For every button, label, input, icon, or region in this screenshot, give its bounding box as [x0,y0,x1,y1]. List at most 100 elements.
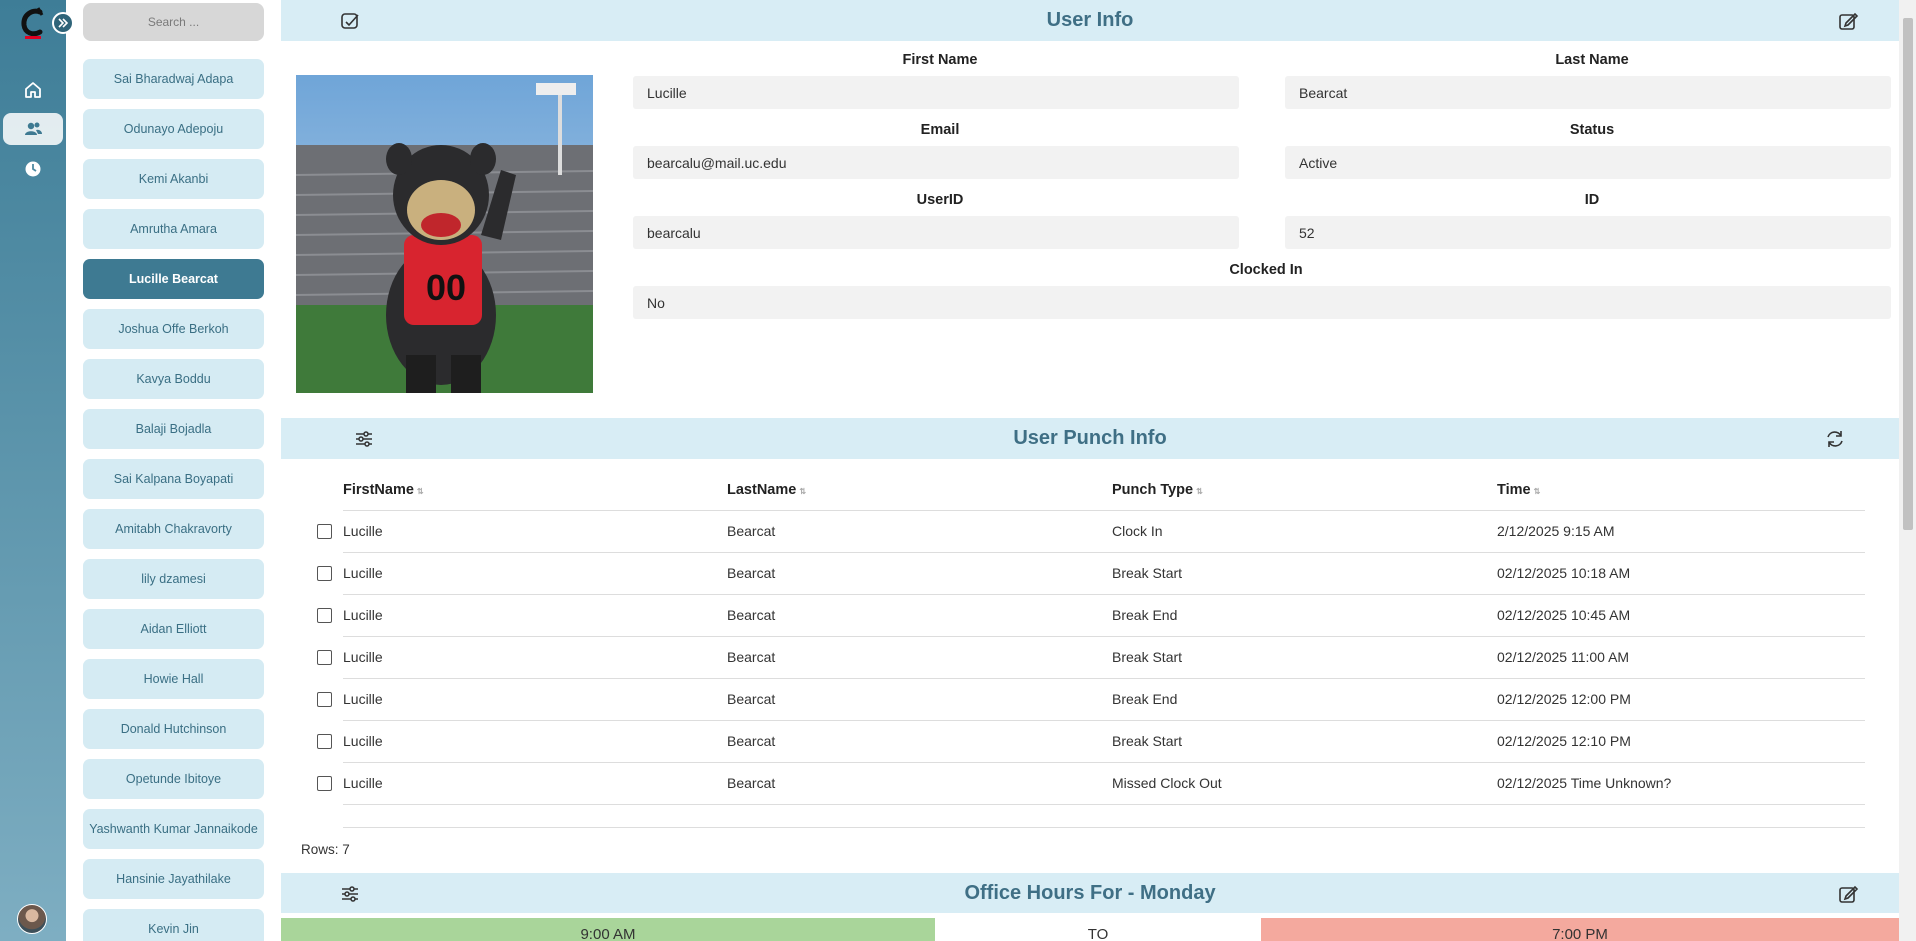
table-row[interactable]: Lucille Bearcat Break Start 02/12/2025 1… [301,552,1865,595]
list-item[interactable]: Donald Hutchinson [83,709,264,749]
select-column [301,470,343,510]
office-hours-end: 7:00 PM [1261,918,1899,941]
list-item[interactable]: Sai Kalpana Boyapati [83,459,264,499]
list-item[interactable]: Kevin Jin [83,909,264,941]
user-list-panel: Sai Bharadwaj Adapa Odunayo Adepoju Kemi… [66,0,344,941]
list-item[interactable]: Amrutha Amara [83,209,264,249]
table-row[interactable]: Lucille Bearcat Missed Clock Out 02/12/2… [301,762,1865,805]
status-field[interactable]: Active [1285,146,1891,179]
row-checkbox[interactable] [317,649,332,665]
row-checkbox[interactable] [317,607,332,623]
row-checkbox[interactable] [317,523,332,539]
cell-firstname: Lucille [343,594,727,637]
table-row[interactable]: Lucille Bearcat Break Start 02/12/2025 1… [301,720,1865,763]
expand-sidebar-button[interactable] [52,12,74,34]
list-item[interactable]: Hansinie Jayathilake [83,859,264,899]
row-checkbox[interactable] [317,775,332,791]
list-item[interactable]: Kemi Akanbi [83,159,264,199]
office-hours-start: 9:00 AM [281,918,935,941]
list-item[interactable]: Yashwanth Kumar Jannaikode [83,809,264,849]
list-item[interactable]: Amitabh Chakravorty [83,509,264,549]
column-header-firstname[interactable]: FirstName ⇅ [343,470,727,511]
sort-icon[interactable]: ⇅ [799,487,806,496]
list-item[interactable]: Odunayo Adepoju [83,109,264,149]
userid-field[interactable]: bearcalu [633,216,1239,249]
list-item[interactable]: Howie Hall [83,659,264,699]
page-scrollbar-thumb[interactable] [1903,18,1913,530]
userid-label: UserID [916,192,964,208]
cell-firstname: Lucille [343,636,727,679]
home-icon [25,82,41,98]
users-icon [25,122,42,135]
edit-icon[interactable] [1837,10,1859,32]
row-checkbox[interactable] [317,691,332,707]
cell-time: 02/12/2025 12:10 PM [1497,720,1865,763]
table-row[interactable]: Lucille Bearcat Clock In 2/12/2025 9:15 … [301,510,1865,553]
cell-punch-type: Clock In [1112,510,1497,553]
clocked-in-field[interactable]: No [633,286,1891,319]
column-header-time[interactable]: Time ⇅ [1497,470,1865,511]
list-item[interactable]: Kavya Boddu [83,359,264,399]
list-item[interactable]: Sai Bharadwaj Adapa [83,59,264,99]
table-row[interactable]: Lucille Bearcat Break Start 02/12/2025 1… [301,636,1865,679]
nav-home[interactable] [0,74,66,106]
cell-punch-type: Missed Clock Out [1112,762,1497,805]
column-header-lastname[interactable]: LastName ⇅ [727,470,1112,511]
list-item[interactable]: Balaji Bojadla [83,409,264,449]
first-name-field[interactable]: Lucille [633,76,1239,109]
column-header-label: Punch Type [1112,481,1194,498]
last-name-field[interactable]: Bearcat [1285,76,1891,109]
search-input[interactable] [83,3,264,41]
cell-lastname: Bearcat [727,678,1112,721]
nav-users[interactable] [3,113,63,145]
column-header-punch-type[interactable]: Punch Type ⇅ [1112,470,1497,511]
table-row[interactable]: Lucille Bearcat Break End 02/12/2025 10:… [301,594,1865,637]
cell-punch-type: Break Start [1112,636,1497,679]
edit-photo-icon[interactable] [339,10,361,32]
table-footer-divider [343,827,1865,828]
edit-icon[interactable] [1837,883,1859,905]
university-logo-icon[interactable] [18,6,48,40]
user-list: Sai Bharadwaj Adapa Odunayo Adepoju Kemi… [83,59,264,941]
sort-icon[interactable]: ⇅ [1534,487,1541,496]
cell-firstname: Lucille [343,552,727,595]
page-scrollbar[interactable] [1899,0,1916,941]
id-field[interactable]: 52 [1285,216,1891,249]
list-item[interactable]: Aidan Elliott [83,609,264,649]
sort-icon[interactable]: ⇅ [1196,487,1203,496]
mascot-photo-image: 00 [296,75,593,393]
double-chevron-right-icon [58,18,69,28]
filter-sliders-icon[interactable] [353,428,375,450]
avatar[interactable] [17,904,47,934]
row-checkbox[interactable] [317,733,332,749]
punch-info-header: User Punch Info [281,418,1899,459]
list-item[interactable]: lily dzamesi [83,559,264,599]
cell-firstname: Lucille [343,510,727,553]
column-header-label: LastName [727,481,797,498]
cell-time: 02/12/2025 12:00 PM [1497,678,1865,721]
cell-lastname: Bearcat [727,552,1112,595]
sort-icon[interactable]: ⇅ [417,487,424,496]
user-info-title: User Info [1046,9,1134,31]
nav-timeclock[interactable] [0,153,66,185]
refresh-icon[interactable] [1824,428,1846,450]
user-photo: 00 [296,75,593,393]
id-label: ID [1584,192,1600,208]
list-item-selected[interactable]: Lucille Bearcat [83,259,264,299]
office-hours-separator: TO [1087,926,1109,941]
row-checkbox[interactable] [317,565,332,581]
first-name-label: First Name [902,52,978,68]
punch-table: FirstName ⇅ LastName ⇅ Punch Type ⇅ Time ⇅ L… [301,470,1865,805]
column-header-label: Time [1497,481,1531,498]
cell-time: 02/12/2025 10:45 AM [1497,594,1865,637]
table-row[interactable]: Lucille Bearcat Break End 02/12/2025 12:… [301,678,1865,721]
email-field[interactable]: bearcalu@mail.uc.edu [633,146,1239,179]
office-hours-header: Office Hours For - Monday [281,873,1899,913]
table-header-row: FirstName ⇅ LastName ⇅ Punch Type ⇅ Time ⇅ [301,470,1865,511]
cell-punch-type: Break End [1112,594,1497,637]
list-item[interactable]: Joshua Offe Berkoh [83,309,264,349]
filter-sliders-icon[interactable] [339,883,361,905]
list-item[interactable]: Opetunde Ibitoye [83,759,264,799]
cell-firstname: Lucille [343,678,727,721]
office-hours-title: Office Hours For - Monday [964,881,1216,904]
